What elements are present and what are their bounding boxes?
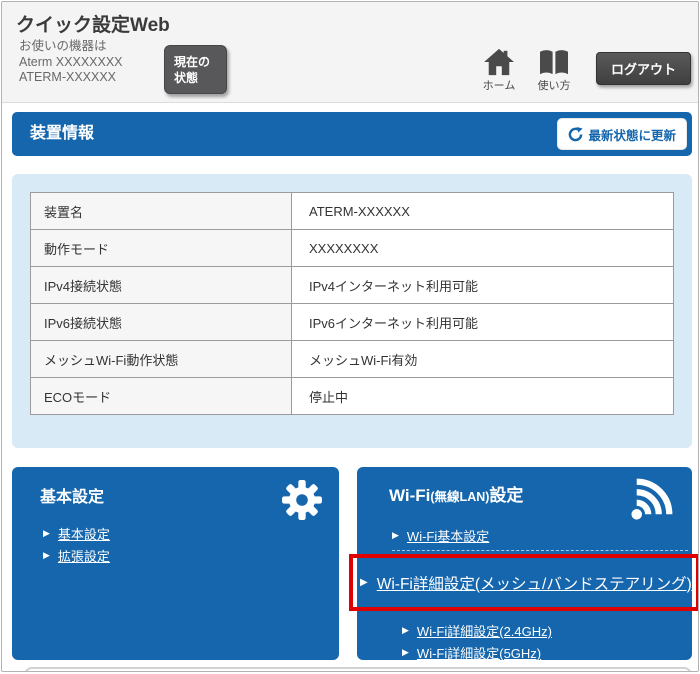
page-title: クイック設定Web: [16, 10, 170, 37]
device-info-text: お使いの機器は Aterm XXXXXXXX ATERM-XXXXXX: [19, 39, 123, 86]
refresh-label: 最新状態に更新: [588, 125, 676, 144]
link-label: 基本設定: [58, 524, 110, 543]
row-label: 装置名: [31, 193, 292, 230]
current-status-line2: 状態: [174, 71, 198, 85]
row-value: ATERM-XXXXXX: [292, 193, 674, 230]
triangle-bullet-icon: ▶: [402, 648, 409, 657]
link-label: Wi-Fi詳細設定(2.4GHz): [417, 621, 552, 640]
row-label: ECOモード: [31, 378, 292, 415]
table-row: ECOモード 停止中: [31, 378, 674, 415]
book-icon: [538, 48, 570, 76]
guide-button[interactable]: 使い方: [531, 48, 577, 93]
wifi-signal-icon: [630, 475, 676, 521]
quick-setup-web-page: クイック設定Web お使いの機器は Aterm XXXXXXXX ATERM-X…: [1, 1, 699, 672]
refresh-icon: [568, 127, 583, 142]
link-wifi-basic-setting[interactable]: ▶ Wi-Fi基本設定: [392, 526, 489, 545]
wifi-title-paren: (無線LAN): [430, 490, 489, 504]
row-value: 停止中: [292, 378, 674, 415]
refresh-status-button[interactable]: 最新状態に更新: [557, 118, 687, 150]
device-info-table: 装置名 ATERM-XXXXXX 動作モード XXXXXXXX IPv4接続状態…: [30, 192, 674, 415]
triangle-bullet-icon: ▶: [360, 578, 368, 588]
link-wifi-detail-mesh-bandsteering[interactable]: Wi-Fi詳細設定(メッシュ/バンドステアリング): [377, 572, 692, 594]
section-bar: 装置情報 最新状態に更新: [12, 112, 692, 156]
table-row: 装置名 ATERM-XXXXXX: [31, 193, 674, 230]
row-value: メッシュWi-Fi有効: [292, 341, 674, 378]
home-button[interactable]: ホーム: [476, 48, 522, 93]
section-title: 装置情報: [30, 112, 94, 156]
table-row: メッシュWi-Fi動作状態 メッシュWi-Fi有効: [31, 341, 674, 378]
row-label: IPv6接続状態: [31, 304, 292, 341]
device-model-line: Aterm XXXXXXXX: [19, 55, 123, 71]
highlight-annotation-box: ▶ Wi-Fi詳細設定(メッシュ/バンドステアリング): [349, 554, 699, 611]
obscured-link-underline: [392, 550, 688, 551]
device-info-panel: 装置名 ATERM-XXXXXX 動作モード XXXXXXXX IPv4接続状態…: [12, 174, 692, 448]
row-label: IPv4接続状態: [31, 267, 292, 304]
link-label: Wi-Fi詳細設定(5GHz): [417, 643, 541, 662]
link-label: Wi-Fi基本設定: [407, 526, 489, 545]
app-header: クイック設定Web お使いの機器は Aterm XXXXXXXX ATERM-X…: [2, 2, 698, 103]
link-wifi-detail-5ghz[interactable]: ▶ Wi-Fi詳細設定(5GHz): [402, 643, 541, 662]
link-basic-setting[interactable]: ▶ 基本設定: [43, 524, 110, 543]
home-icon: [484, 48, 514, 76]
gear-icon: [281, 479, 323, 521]
link-label: 拡張設定: [58, 546, 110, 565]
basic-settings-title: 基本設定: [40, 483, 104, 507]
row-label: メッシュWi-Fi動作状態: [31, 341, 292, 378]
row-value: XXXXXXXX: [292, 230, 674, 267]
row-value: IPv6インターネット利用可能: [292, 304, 674, 341]
table-row: 動作モード XXXXXXXX: [31, 230, 674, 267]
triangle-bullet-icon: ▶: [43, 551, 50, 560]
link-wifi-detail-24ghz[interactable]: ▶ Wi-Fi詳細設定(2.4GHz): [402, 621, 552, 640]
logout-button[interactable]: ログアウト: [596, 52, 691, 85]
table-row: IPv4接続状態 IPv4インターネット利用可能: [31, 267, 674, 304]
device-intro-line: お使いの機器は: [19, 39, 123, 55]
table-row: IPv6接続状態 IPv6インターネット利用可能: [31, 304, 674, 341]
wifi-title-main: Wi-Fi: [389, 486, 430, 505]
row-value: IPv4インターネット利用可能: [292, 267, 674, 304]
current-status-button[interactable]: 現在の 状態: [164, 45, 227, 94]
link-extended-setting[interactable]: ▶ 拡張設定: [43, 546, 110, 565]
wifi-title-suffix: 設定: [489, 486, 523, 505]
guide-label: 使い方: [531, 77, 577, 93]
home-label: ホーム: [476, 77, 522, 93]
row-label: 動作モード: [31, 230, 292, 267]
triangle-bullet-icon: ▶: [392, 531, 399, 540]
triangle-bullet-icon: ▶: [402, 626, 409, 635]
current-status-line1: 現在の: [174, 55, 210, 69]
next-section-top-edge: [24, 667, 692, 672]
wifi-settings-title: Wi-Fi(無線LAN)設定: [389, 481, 523, 506]
device-name-line: ATERM-XXXXXX: [19, 70, 123, 86]
triangle-bullet-icon: ▶: [43, 529, 50, 538]
